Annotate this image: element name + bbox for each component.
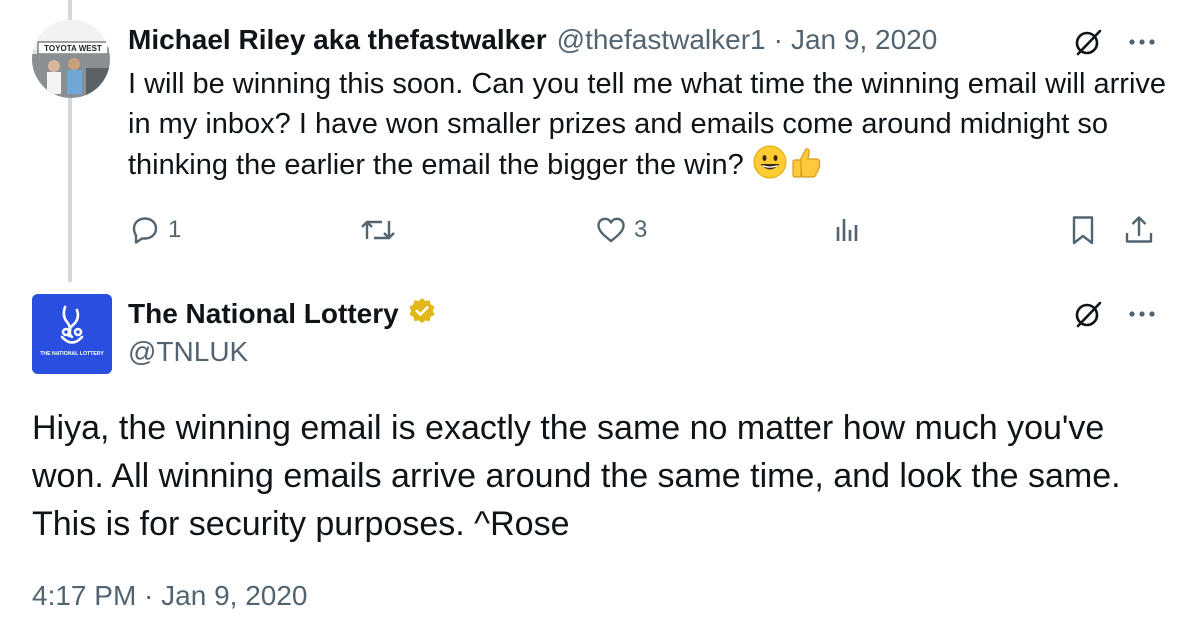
more-icon[interactable] (1122, 296, 1162, 332)
header-separator: · (773, 24, 783, 55)
verified-badge-icon[interactable] (407, 296, 437, 333)
grok-icon[interactable] (1068, 296, 1108, 332)
like-count: 3 (634, 216, 648, 243)
retweet-button[interactable] (358, 210, 404, 250)
views-icon (836, 219, 858, 241)
reply-button[interactable]: 1 (128, 210, 181, 250)
share-button[interactable] (1122, 210, 1156, 250)
tweet-thread: TOYOTA WEST Michael Riley aka thefastwal… (0, 0, 1194, 640)
author-handle[interactable]: @thefastwalker1 (557, 24, 766, 56)
avatar-sign-text: TOYOTA WEST (44, 44, 102, 53)
bookmark-button[interactable] (1066, 210, 1100, 250)
tweet-date[interactable]: Jan 9, 2020 (791, 24, 937, 56)
main-tweet-text: Hiya, the winning email is exactly the s… (32, 409, 1121, 543)
main-author-name[interactable]: The National Lottery (128, 296, 437, 332)
bookmark-icon (1072, 216, 1094, 245)
main-author-handle[interactable]: @TNLUK (128, 336, 248, 368)
retweet-icon (361, 220, 395, 240)
parent-tweet-text: I will be winning this soon. Can you tel… (128, 64, 1168, 191)
grinning-face-emoji (752, 144, 788, 191)
grok-icon[interactable] (1068, 24, 1108, 60)
thumbs-up-emoji (788, 144, 824, 191)
lottery-logo-avatar[interactable]: THE NATIONAL LOTTERY (32, 294, 112, 374)
author-name[interactable]: Michael Riley aka thefastwalker (128, 24, 547, 56)
share-icon (1125, 216, 1153, 243)
author-name-text: The National Lottery (128, 298, 399, 329)
parent-tweet-header: Michael Riley aka thefastwalker @thefast… (128, 22, 937, 58)
views-button[interactable] (830, 210, 870, 250)
reply-count: 1 (168, 216, 182, 243)
more-icon[interactable] (1122, 24, 1162, 60)
like-button[interactable]: 3 (594, 210, 647, 250)
lottery-logo-caption: THE NATIONAL LOTTERY (40, 351, 104, 357)
avatar-photo: TOYOTA WEST (32, 20, 110, 98)
parent-tweet-body: I will be winning this soon. Can you tel… (128, 68, 1167, 181)
reply-icon (132, 217, 158, 244)
like-icon (597, 217, 625, 243)
crossed-fingers-logo: THE NATIONAL LOTTERY (32, 294, 112, 374)
tweet-timestamp[interactable]: 4:17 PM · Jan 9, 2020 (32, 580, 308, 612)
avatar[interactable]: TOYOTA WEST (32, 20, 110, 98)
parent-tweet-actions: 1 3 (128, 210, 1168, 250)
